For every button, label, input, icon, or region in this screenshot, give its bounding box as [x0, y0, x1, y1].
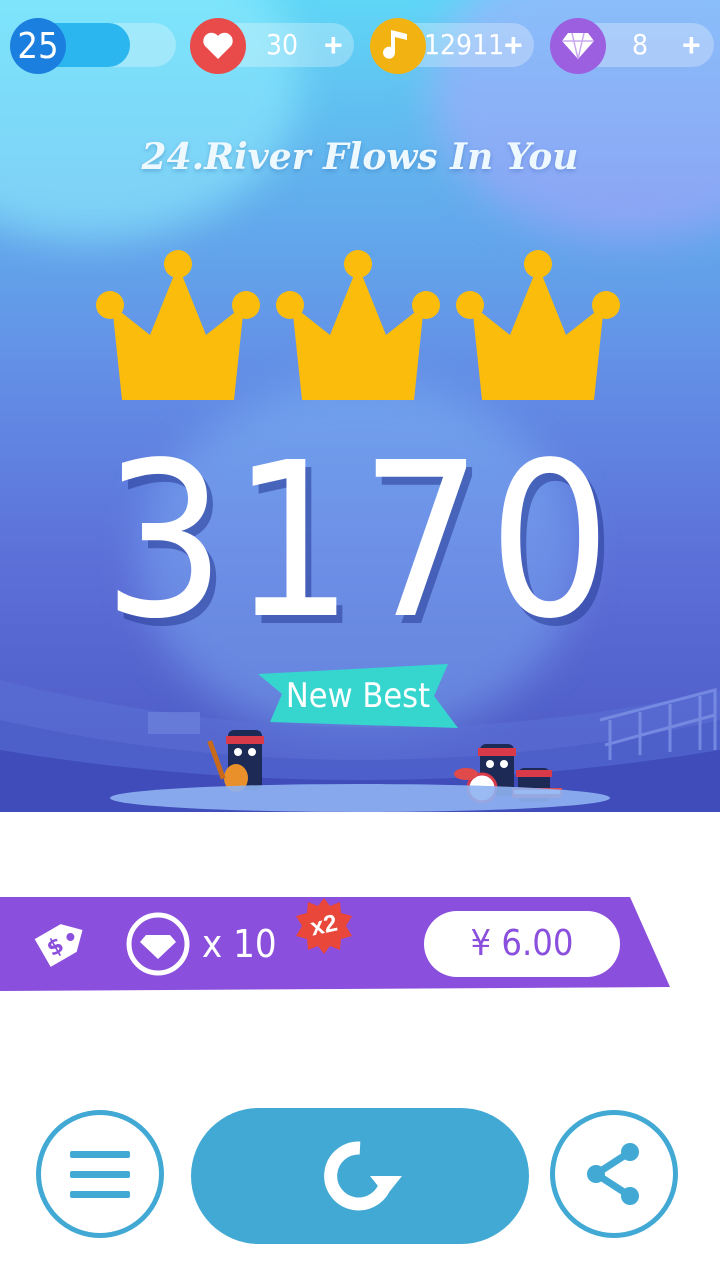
- lives-count: 30: [265, 28, 299, 61]
- share-icon: [587, 1143, 639, 1205]
- level-badge: 25: [10, 18, 66, 74]
- replay-button[interactable]: [191, 1108, 529, 1244]
- share-button[interactable]: [550, 1110, 678, 1238]
- crown-rating: [96, 250, 620, 400]
- add-diamonds-button[interactable]: +: [682, 23, 701, 67]
- heart-icon: [190, 18, 246, 74]
- offer-quantity: x 10: [202, 922, 277, 966]
- add-notes-button[interactable]: +: [504, 23, 523, 67]
- score: 3170: [103, 417, 617, 666]
- crown-icon: [276, 250, 440, 400]
- song-title: 24.River Flows In You: [141, 136, 579, 178]
- level-number: 25: [17, 25, 59, 67]
- crown-icon: [96, 250, 260, 400]
- new-best-label: New Best: [285, 676, 431, 716]
- diamonds-count: 8: [631, 28, 649, 61]
- stage-floor: [110, 784, 610, 812]
- notes-count: 12911: [424, 28, 505, 61]
- menu-icon: [70, 1151, 130, 1198]
- music-note-icon: [370, 18, 426, 74]
- replay-icon: [324, 1141, 402, 1211]
- double-bonus-label: x2: [308, 909, 340, 942]
- crown-icon: [456, 250, 620, 400]
- buy-price-button[interactable]: ¥ 6.00: [424, 911, 620, 977]
- add-lives-button[interactable]: +: [324, 23, 343, 67]
- menu-button[interactable]: [36, 1110, 164, 1238]
- status-bar: 25 30 + 12911 + 8 +: [0, 0, 720, 90]
- diamond-icon: [550, 18, 606, 74]
